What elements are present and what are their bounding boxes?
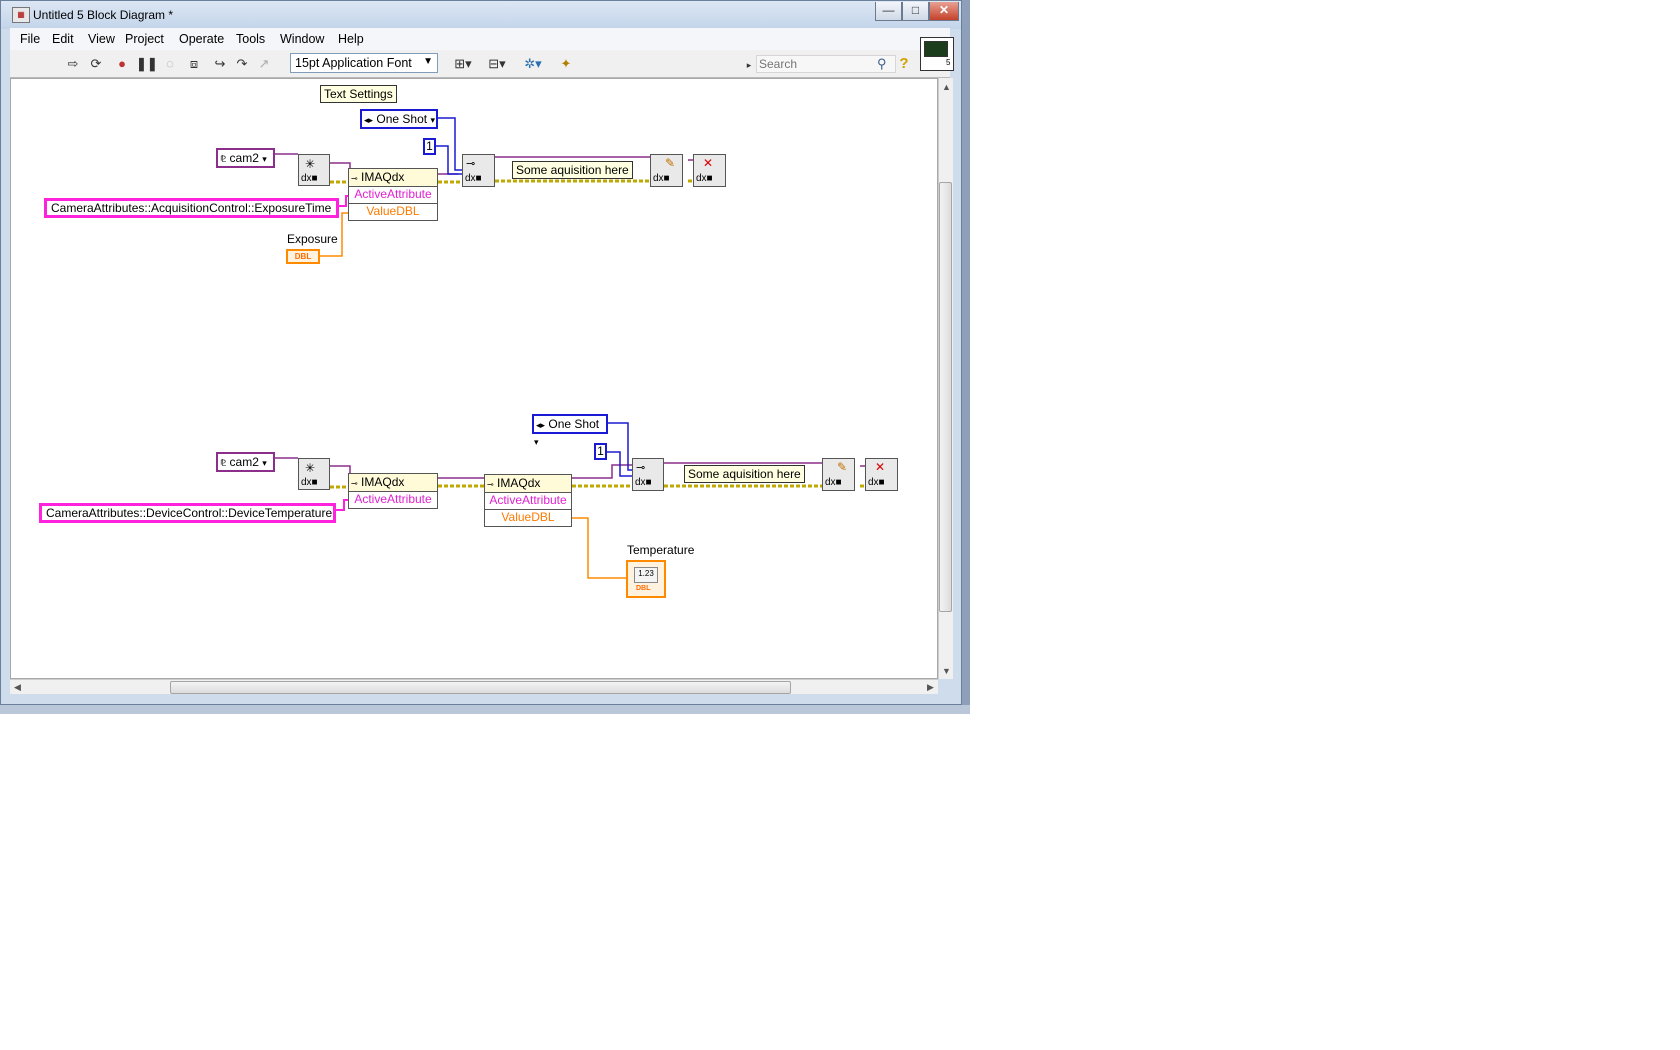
temperature-indicator-terminal[interactable]: 1.23 DBL (626, 560, 666, 598)
key-icon: ⊸ (636, 462, 646, 474)
numeric-constant-1[interactable]: 1 (423, 138, 436, 155)
scroll-left-arrow-icon[interactable]: ◀ (14, 682, 21, 693)
acquisition-comment-2[interactable]: Some aquisition here (684, 465, 805, 483)
active-attribute-property-1[interactable]: ActiveAttribute (348, 187, 438, 204)
enum-wire-1 (436, 117, 462, 175)
value-dbl-property-1[interactable]: ValueDBL (348, 204, 438, 221)
scroll-down-arrow-icon[interactable]: ▼ (942, 666, 951, 676)
camera-icon: dx■ (825, 477, 842, 488)
indicator-type: DBL (636, 585, 651, 592)
sparkle-icon: ✳ (305, 461, 316, 475)
camera-icon: dx■ (301, 173, 318, 184)
camera-icon: dx■ (635, 477, 652, 488)
pencil-icon: ✎ (665, 156, 676, 170)
background-window-edge (962, 0, 970, 714)
scroll-up-arrow-icon[interactable]: ▲ (942, 82, 951, 92)
imaqdx-unconfigure-node-2[interactable]: ✎ dx■ (822, 458, 855, 491)
attribute-string-constant-2[interactable]: CameraAttributes::DeviceControl::DeviceT… (39, 503, 336, 523)
imaqdx-open-camera-node-1[interactable]: ✳ dx■ (298, 154, 330, 186)
camera-icon: dx■ (465, 173, 482, 184)
acquisition-comment-1[interactable]: Some aquisition here (512, 161, 633, 179)
close-icon: ✕ (703, 156, 714, 170)
numeric-constant-2[interactable]: 1 (594, 443, 607, 460)
background-window-bottom-edge (0, 705, 970, 714)
enum-increment-icon: ◂▸ (536, 420, 546, 430)
key-icon: ⊸ (487, 480, 494, 489)
enum-wire-2 (606, 422, 632, 477)
camera-name: cam2 (229, 151, 259, 165)
active-attribute-property-2b[interactable]: ActiveAttribute (484, 493, 572, 510)
camera-icon: dx■ (301, 477, 318, 488)
acquisition-mode-enum-2[interactable]: ◂▸ One Shot ▾ (532, 414, 608, 447)
pencil-icon: ✎ (837, 460, 848, 474)
indicator-value: 1.23 (634, 567, 658, 583)
vertical-scroll-thumb[interactable] (939, 182, 952, 612)
camera-refnum-1[interactable]: ⅊ cam2 ▾ (216, 148, 275, 168)
key-icon: ⊸ (466, 158, 476, 170)
acquisition-mode-enum-1[interactable]: ◂▸ One Shot ▾ (360, 109, 438, 129)
imaqdx-configure-grab-node-1[interactable]: ⊸ dx■ (462, 154, 495, 187)
imaqdx-close-camera-node-1[interactable]: ✕ dx■ (693, 154, 726, 187)
exposure-control-terminal[interactable]: DBL (286, 249, 320, 264)
exposure-label: Exposure (287, 232, 338, 246)
key-icon: ⊸ (351, 479, 358, 488)
key-icon: ⊸ (351, 174, 358, 183)
active-attribute-property-2a[interactable]: ActiveAttribute (348, 492, 438, 509)
imaqdx-close-camera-node-2[interactable]: ✕ dx■ (865, 458, 898, 491)
temperature-label: Temperature (627, 543, 695, 557)
dbl-wire-2 (572, 517, 626, 579)
wire-layer (269, 117, 866, 579)
camera-icon: dx■ (868, 477, 885, 488)
enum-value: One Shot (548, 417, 600, 431)
text-settings-label[interactable]: Text Settings (320, 85, 397, 103)
chevron-down-icon: ▾ (430, 115, 435, 125)
io-name-icon: ⅊ (220, 154, 227, 164)
value-dbl-property-2[interactable]: ValueDBL (484, 510, 572, 527)
imaqdx-unconfigure-node-1[interactable]: ✎ dx■ (650, 154, 683, 187)
camera-icon: dx■ (653, 173, 670, 184)
imaqdx-open-camera-node-2[interactable]: ✳ dx■ (298, 458, 330, 490)
attribute-string-constant-1[interactable]: CameraAttributes::AcquisitionControl::Ex… (44, 198, 339, 218)
scroll-right-arrow-icon[interactable]: ▶ (927, 682, 934, 693)
chevron-down-icon: ▾ (534, 437, 539, 447)
sparkle-icon: ✳ (305, 157, 316, 171)
imaqdx-property-node-2b[interactable]: ⊸ IMAQdx (484, 474, 572, 493)
camera-refnum-2[interactable]: ⅊ cam2 ▾ (216, 452, 275, 472)
imaqdx-property-node-1[interactable]: ⊸ IMAQdx (348, 168, 438, 187)
chevron-down-icon: ▾ (262, 458, 267, 468)
chevron-down-icon: ▾ (262, 154, 267, 164)
imaqdx-configure-grab-node-2[interactable]: ⊸ dx■ (632, 458, 664, 491)
horizontal-scroll-thumb[interactable] (170, 681, 791, 694)
enum-increment-icon: ◂▸ (364, 115, 374, 125)
imaqdx-property-node-2a[interactable]: ⊸ IMAQdx (348, 473, 438, 492)
enum-value: One Shot (376, 112, 428, 126)
close-icon: ✕ (875, 460, 886, 474)
camera-icon: dx■ (696, 173, 713, 184)
io-name-icon: ⅊ (220, 458, 227, 468)
camera-name: cam2 (229, 455, 259, 469)
